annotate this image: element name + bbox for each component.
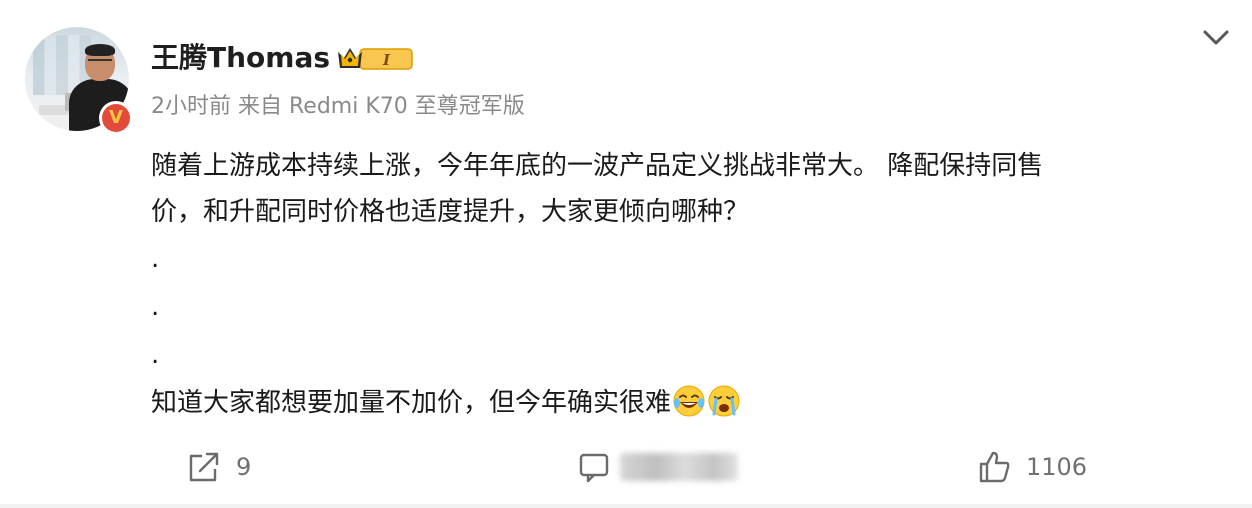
thumbs-up-icon bbox=[979, 451, 1010, 483]
share-icon bbox=[189, 452, 219, 482]
comment-count-blurred bbox=[620, 453, 738, 481]
comment-icon bbox=[579, 453, 609, 483]
content-line: 知道大家都想要加量不加价，但今年确实很难 bbox=[151, 388, 672, 418]
like-count: 1106 bbox=[1026, 453, 1088, 481]
author-name[interactable]: 王腾Thomas bbox=[151, 40, 330, 76]
content-dot: . bbox=[151, 292, 160, 322]
content-line: 价，和升配同时价格也适度提升，大家更倾向哪种？ bbox=[151, 197, 750, 227]
crown-member-level-icon[interactable]: I bbox=[336, 44, 414, 72]
post-meta: 2小时前 来自 Redmi K70 至尊冠军版 bbox=[151, 94, 525, 119]
content-dot: . bbox=[151, 340, 160, 370]
content-last-line: 知道大家都想要加量不加价，但今年确实很难 bbox=[151, 383, 741, 423]
avatar-glasses bbox=[88, 59, 112, 67]
share-button[interactable]: 9 bbox=[186, 440, 251, 494]
comment-button[interactable] bbox=[576, 440, 752, 494]
avatar-hair bbox=[85, 44, 115, 56]
post-divider bbox=[0, 504, 1252, 508]
like-button[interactable]: 1106 bbox=[976, 440, 1087, 494]
content-dot: . bbox=[151, 244, 160, 274]
badge-level: I bbox=[382, 51, 391, 69]
verified-mark: V bbox=[102, 104, 130, 132]
post-content: 随着上游成本持续上涨，今年年底的一波产品定义挑战非常大。 降配保持同售 价，和升… bbox=[151, 143, 1221, 379]
chevron-down-icon[interactable] bbox=[1198, 20, 1234, 56]
crying-emoji bbox=[708, 385, 740, 417]
v-verified-icon: V bbox=[99, 101, 133, 135]
weibo-post-card: V 王腾Thomas I 2小时前 来自 Redmi K70 至尊冠军版 随着上… bbox=[0, 0, 1252, 508]
content-line: 随着上游成本持续上涨，今年年底的一波产品定义挑战非常大。 降配保持同售 bbox=[151, 151, 1044, 181]
share-count: 9 bbox=[236, 453, 252, 481]
laugh-cry-emoji bbox=[673, 385, 705, 417]
post-actions: 9 1106 bbox=[0, 440, 1252, 494]
